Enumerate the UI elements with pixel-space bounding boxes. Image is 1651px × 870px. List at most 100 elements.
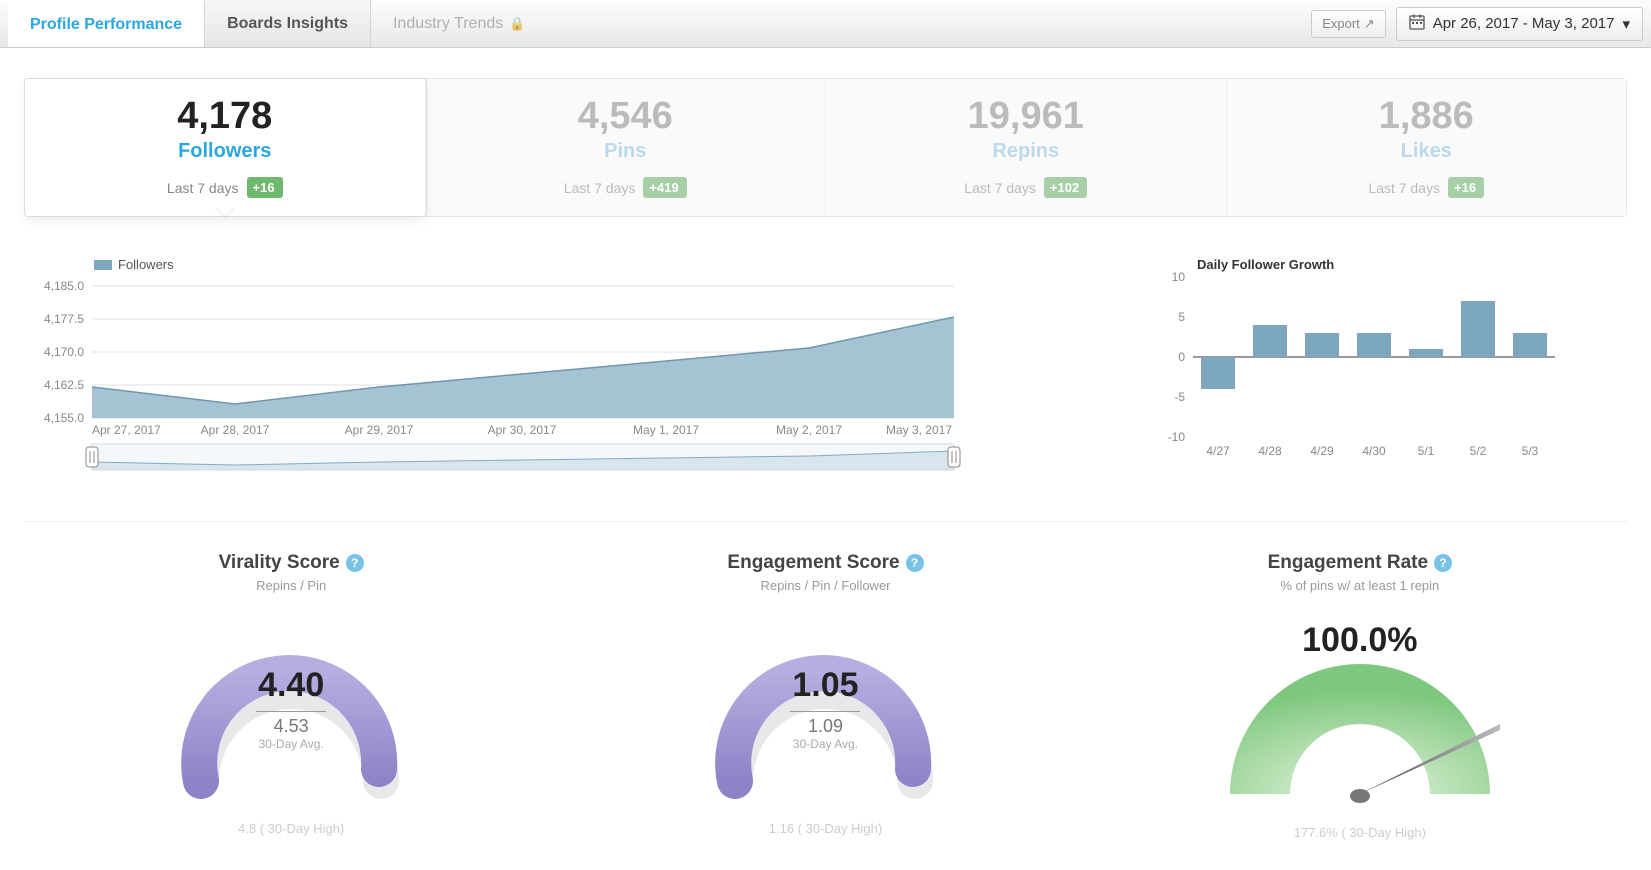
bar xyxy=(1461,301,1495,357)
x-tick: May 2, 2017 xyxy=(776,423,842,437)
stat-card-likes[interactable]: 1,886 Likes Last 7 days +16 xyxy=(1227,79,1627,216)
pins-value: 4,546 xyxy=(436,95,816,138)
lock-icon: 🔒 xyxy=(509,16,525,32)
x-tick: 4/30 xyxy=(1362,444,1386,457)
bar xyxy=(1357,333,1391,357)
export-button[interactable]: Export ↗ xyxy=(1311,10,1385,38)
virality-title: Virality Score ? xyxy=(219,552,364,574)
content-area: 4,178 Followers Last 7 days +16 4,546 Pi… xyxy=(0,48,1651,870)
y-tick: 4,177.5 xyxy=(44,312,84,326)
followers-label: Followers xyxy=(35,140,415,163)
likes-delta-badge: +16 xyxy=(1448,177,1484,198)
y-tick: 4,155.0 xyxy=(44,411,84,425)
brush-handle-right[interactable] xyxy=(948,447,960,467)
x-tick: Apr 30, 2017 xyxy=(488,423,557,437)
chart-legend: Followers xyxy=(94,257,1085,272)
repins-delta-badge: +102 xyxy=(1044,177,1087,198)
engagement-footer: 1.16 ( 30-Day High) xyxy=(615,821,1035,836)
likes-sub: Last 7 days +16 xyxy=(1237,177,1617,198)
y-tick: 5 xyxy=(1178,310,1185,324)
pins-label: Pins xyxy=(436,140,816,163)
pins-delta-badge: +419 xyxy=(643,177,686,198)
x-tick: 4/27 xyxy=(1206,444,1230,457)
followers-area-chart: 4,185.0 4,177.5 4,170.0 4,162.5 4,155.0 … xyxy=(24,276,964,476)
x-tick: Apr 27, 2017 xyxy=(92,423,161,437)
rate-arc xyxy=(1230,664,1490,794)
x-tick: 4/28 xyxy=(1258,444,1282,457)
repins-value: 19,961 xyxy=(836,95,1216,138)
rate-value: 100.0% xyxy=(1150,621,1570,660)
x-tick: 5/2 xyxy=(1469,444,1486,457)
brush-handle-left[interactable] xyxy=(86,447,98,467)
engagement-avg-label: 30-Day Avg. xyxy=(615,737,1035,751)
bar xyxy=(1305,333,1339,357)
topbar-right: Export ↗ Apr 26, 2017 - May 3, 2017 ▾ xyxy=(1311,7,1643,41)
virality-center: 4.40 4.53 30-Day Avg. xyxy=(81,666,501,751)
rate-subtitle: % of pins w/ at least 1 repin xyxy=(1150,578,1570,593)
x-tick: Apr 28, 2017 xyxy=(201,423,270,437)
x-tick: 4/29 xyxy=(1310,444,1334,457)
daily-growth-bar-chart: Daily Follower Growth 10 5 0 -5 -10 4/27 xyxy=(1145,257,1565,457)
stat-cards-row: 4,178 Followers Last 7 days +16 4,546 Pi… xyxy=(24,78,1627,217)
virality-avg-label: 30-Day Avg. xyxy=(81,737,501,751)
bar xyxy=(1201,357,1235,389)
side-chart-title: Daily Follower Growth xyxy=(1197,257,1334,272)
gauge-divider xyxy=(790,711,860,712)
nav-tabs: Profile Performance Boards Insights Indu… xyxy=(8,0,547,47)
virality-subtitle: Repins / Pin xyxy=(81,578,501,593)
y-tick: 0 xyxy=(1178,350,1185,364)
likes-value: 1,886 xyxy=(1237,95,1617,138)
date-range-picker[interactable]: Apr 26, 2017 - May 3, 2017 ▾ xyxy=(1396,7,1643,41)
repins-label: Repins xyxy=(836,140,1216,163)
y-tick: 10 xyxy=(1171,270,1185,284)
external-link-icon: ↗ xyxy=(1364,16,1375,32)
help-icon[interactable]: ? xyxy=(906,554,924,572)
stat-card-repins[interactable]: 19,961 Repins Last 7 days +102 xyxy=(826,79,1227,216)
tab-boards-insights[interactable]: Boards Insights xyxy=(205,0,371,47)
needle-hub xyxy=(1350,789,1370,803)
likes-sub-text: Last 7 days xyxy=(1368,180,1440,196)
bar xyxy=(1409,349,1443,357)
repins-sub: Last 7 days +102 xyxy=(836,177,1216,198)
followers-sub-text: Last 7 days xyxy=(167,180,239,196)
followers-chart: Followers 4,185.0 4,177.5 4,170.0 4,162.… xyxy=(24,257,1085,481)
x-tick: 5/3 xyxy=(1521,444,1538,457)
virality-value: 4.40 xyxy=(81,666,501,705)
pins-sub-text: Last 7 days xyxy=(564,180,636,196)
help-icon[interactable]: ? xyxy=(1434,554,1452,572)
engagement-value: 1.05 xyxy=(615,666,1035,705)
y-tick: -10 xyxy=(1167,430,1185,444)
stat-card-followers[interactable]: 4,178 Followers Last 7 days +16 xyxy=(25,79,426,216)
chart-brush[interactable] xyxy=(86,444,960,470)
y-tick: 4,162.5 xyxy=(44,378,84,392)
x-tick: May 1, 2017 xyxy=(633,423,699,437)
engagement-subtitle: Repins / Pin / Follower xyxy=(615,578,1035,593)
gauge-divider xyxy=(256,711,326,712)
y-tick: 4,185.0 xyxy=(44,279,84,293)
followers-value: 4,178 xyxy=(35,95,415,138)
repins-sub-text: Last 7 days xyxy=(964,180,1036,196)
tab-industry-label: Industry Trends xyxy=(393,15,503,33)
x-tick: May 3, 2017 xyxy=(886,423,952,437)
stat-card-pins[interactable]: 4,546 Pins Last 7 days +419 xyxy=(426,79,827,216)
legend-swatch-icon xyxy=(94,260,112,270)
tab-profile-performance[interactable]: Profile Performance xyxy=(8,0,205,47)
help-icon[interactable]: ? xyxy=(346,554,364,572)
rate-title: Engagement Rate ? xyxy=(1268,552,1452,574)
caret-down-icon: ▾ xyxy=(1622,15,1630,33)
virality-gauge: Virality Score ? Repins / Pin 4.40 4.53 … xyxy=(81,552,501,840)
gauges-row: Virality Score ? Repins / Pin 4.40 4.53 … xyxy=(24,552,1627,840)
engagement-center: 1.05 1.09 30-Day Avg. xyxy=(615,666,1035,751)
legend-label: Followers xyxy=(118,257,174,272)
x-tick: 5/1 xyxy=(1417,444,1434,457)
engagement-rate-gauge: Engagement Rate ? % of pins w/ at least … xyxy=(1150,552,1570,840)
followers-delta-badge: +16 xyxy=(247,177,283,198)
calendar-icon xyxy=(1409,14,1425,34)
rate-title-text: Engagement Rate xyxy=(1268,552,1428,574)
section-divider xyxy=(24,521,1627,522)
export-label: Export xyxy=(1322,16,1360,31)
tab-industry-trends: Industry Trends 🔒 xyxy=(371,0,547,47)
virality-title-text: Virality Score xyxy=(219,552,340,574)
engagement-title: Engagement Score ? xyxy=(727,552,923,574)
bar xyxy=(1513,333,1547,357)
